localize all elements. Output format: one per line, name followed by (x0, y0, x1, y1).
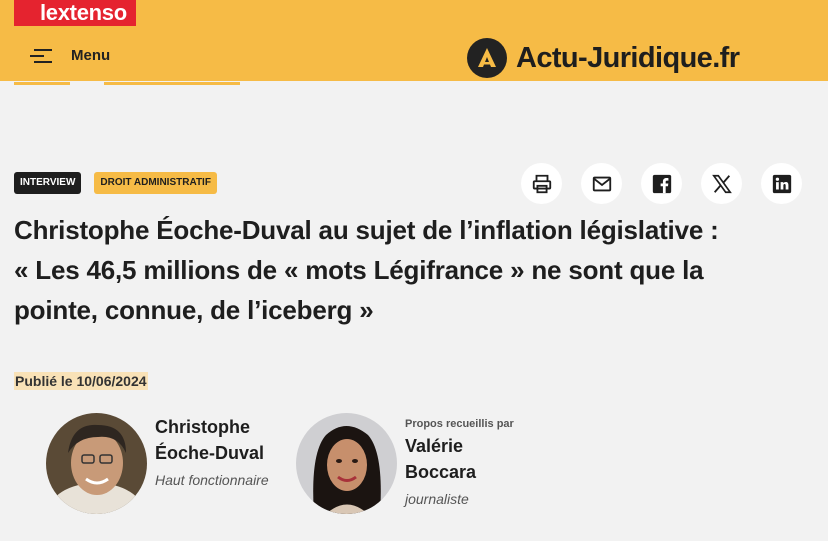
article-title: Christophe Éoche-Duval au sujet de l’inf… (14, 210, 814, 330)
author-last-name: Éoche-Duval (155, 443, 265, 463)
title-line: pointe, connue, de l’iceberg » (14, 295, 374, 325)
interviewer-card: Propos recueillis par Valérie Boccara jo… (296, 413, 535, 514)
interviewer-role: journaliste (405, 491, 469, 507)
print-icon (532, 174, 551, 193)
author-first-name: Christophe (155, 417, 251, 437)
email-share-button[interactable] (581, 163, 622, 204)
title-line: « Les 46,5 millions de « mots Légifrance… (14, 255, 704, 285)
x-share-button[interactable] (701, 163, 742, 204)
actu-juridique-logo-icon (467, 38, 507, 78)
site-logo-link[interactable]: Actu-Juridique.fr (467, 38, 740, 78)
linkedin-share-button[interactable] (761, 163, 802, 204)
title-line: Christophe Éoche-Duval au sujet de l’inf… (14, 215, 719, 245)
facebook-share-button[interactable] (641, 163, 682, 204)
author-info: Christophe Éoche-Duval Haut fonctionnair… (155, 413, 285, 514)
avatar-valerie[interactable] (296, 413, 397, 514)
nav-underline-decoration (14, 82, 70, 85)
hamburger-icon (30, 46, 54, 64)
interviewer-info: Propos recueillis par Valérie Boccara jo… (405, 413, 535, 514)
author-card: Christophe Éoche-Duval Haut fonctionnair… (46, 413, 285, 514)
tag-droit-administratif[interactable]: DROIT ADMINISTRATIF (94, 172, 217, 194)
lextenso-logo[interactable]: lextenso (14, 0, 136, 26)
menu-button[interactable]: Menu (30, 40, 110, 70)
author-role: Haut fonctionnaire (155, 472, 269, 488)
interviewer-last-name: Boccara (405, 462, 477, 482)
author-name[interactable]: Christophe Éoche-Duval (155, 414, 285, 466)
nav-underline-decoration (104, 82, 240, 85)
x-icon (711, 174, 732, 193)
site-name: Actu-Juridique.fr (516, 41, 740, 74)
facebook-icon (652, 174, 671, 193)
avatar-christophe[interactable] (46, 413, 147, 514)
menu-label: Menu (71, 46, 111, 64)
interviewer-first-name: Valérie (405, 436, 464, 456)
tag-interview[interactable]: INTERVIEW (14, 172, 82, 194)
linkedin-icon (772, 174, 791, 193)
article-tags: INTERVIEW DROIT ADMINISTRATIF (14, 172, 230, 194)
publication-date: Publié le 10/06/2024 (14, 372, 148, 390)
interviewer-name[interactable]: Valérie Boccara (405, 433, 535, 485)
site-header: lextenso Menu Actu-Juridique.fr (0, 0, 828, 81)
print-button[interactable] (521, 163, 562, 204)
email-icon (592, 176, 611, 191)
share-toolbar (521, 163, 821, 204)
interviewer-overline: Propos recueillis par (405, 418, 514, 430)
